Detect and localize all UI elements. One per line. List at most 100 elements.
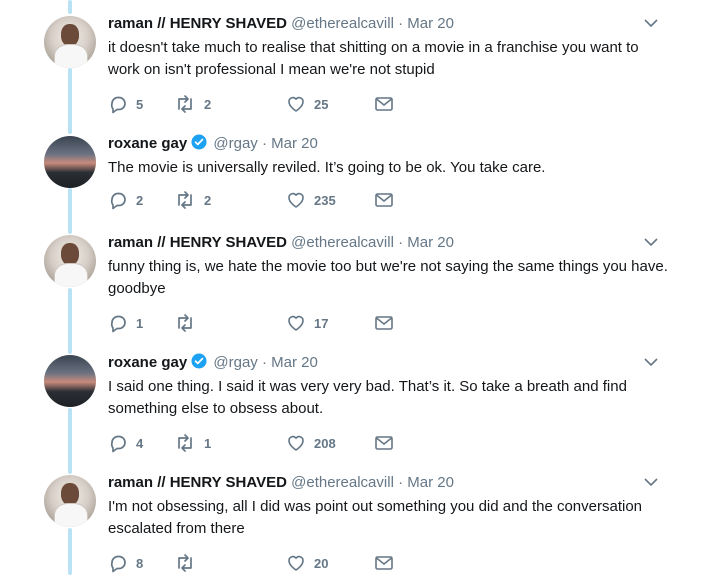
verified-badge-icon <box>191 353 207 369</box>
like-button[interactable]: 25 <box>286 94 328 114</box>
direct-message-button[interactable] <box>374 313 394 333</box>
like-button[interactable]: 17 <box>286 313 328 333</box>
tweet-text: I'm not obsessing, all I did was point o… <box>108 498 643 537</box>
envelope-icon <box>375 193 393 207</box>
tweet[interactable]: raman // HENRY SHAVED @etherealcavill · … <box>0 4 704 124</box>
heart-icon <box>288 192 304 208</box>
like-count: 17 <box>314 315 329 331</box>
tweet-header: raman // HENRY SHAVED @etherealcavill · … <box>108 473 454 493</box>
like-button[interactable]: 235 <box>286 190 336 210</box>
user-handle[interactable]: @etherealcavill <box>291 474 394 491</box>
chevron-down-icon[interactable] <box>644 237 658 247</box>
user-handle[interactable]: @etherealcavill <box>291 15 394 32</box>
heart-icon <box>288 435 304 451</box>
reply-count: 1 <box>136 315 144 331</box>
reply-button[interactable]: 1 <box>108 313 143 333</box>
separator-dot: · <box>398 234 404 251</box>
tweet-actions: 4 1 208 <box>108 433 408 453</box>
tweet-date[interactable]: Mar 20 <box>407 474 454 491</box>
like-count: 20 <box>314 555 329 571</box>
like-count: 208 <box>314 435 336 451</box>
tweet-text: funny thing is, we hate the movie too bu… <box>108 258 668 297</box>
tweet-actions: 1 17 <box>108 313 408 333</box>
retweet-count: 2 <box>204 96 212 112</box>
reply-icon <box>110 315 126 333</box>
display-name[interactable]: raman // HENRY SHAVED <box>108 15 287 32</box>
reply-count: 4 <box>136 435 144 451</box>
retweet-icon <box>178 554 192 572</box>
direct-message-button[interactable] <box>374 190 394 210</box>
display-name[interactable]: roxane gay <box>108 354 187 371</box>
reply-button[interactable]: 5 <box>108 94 143 114</box>
separator-dot: · <box>261 354 267 371</box>
avatar[interactable] <box>44 16 96 68</box>
retweet-button[interactable]: 1 <box>174 433 211 453</box>
envelope-icon <box>375 97 393 111</box>
direct-message-button[interactable] <box>374 94 394 114</box>
heart-icon <box>288 555 304 571</box>
separator-dot: · <box>398 474 404 491</box>
like-count: 235 <box>314 192 336 208</box>
reply-count: 8 <box>136 555 144 571</box>
user-handle[interactable]: @etherealcavill <box>291 234 394 251</box>
tweet-header: roxane gay @rgay · Mar 20 <box>108 134 318 154</box>
tweet-date[interactable]: Mar 20 <box>271 354 318 371</box>
display-name[interactable]: raman // HENRY SHAVED <box>108 234 287 251</box>
tweet-header: raman // HENRY SHAVED @etherealcavill · … <box>108 14 454 34</box>
avatar[interactable] <box>44 235 96 287</box>
reply-count: 2 <box>136 192 144 208</box>
heart-icon <box>288 96 304 112</box>
retweet-count: 2 <box>204 192 212 208</box>
chevron-down-icon[interactable] <box>644 477 658 487</box>
reply-count: 5 <box>136 96 144 112</box>
tweet-text: The movie is universally reviled. It’s g… <box>108 159 546 176</box>
tweet-text: it doesn't take much to realise that shi… <box>108 39 639 78</box>
separator-dot: · <box>398 15 404 32</box>
tweet[interactable]: raman // HENRY SHAVED @etherealcavill · … <box>0 223 704 343</box>
envelope-icon <box>375 556 393 570</box>
user-handle[interactable]: @rgay <box>213 354 257 371</box>
reply-button[interactable]: 8 <box>108 553 143 573</box>
like-button[interactable]: 20 <box>286 553 328 573</box>
envelope-icon <box>375 316 393 330</box>
tweet-text: I said one thing. I said it was very ver… <box>108 378 627 417</box>
reply-button[interactable]: 4 <box>108 433 143 453</box>
reply-icon <box>110 96 126 114</box>
avatar[interactable] <box>44 475 96 527</box>
display-name[interactable]: roxane gay <box>108 135 187 152</box>
direct-message-button[interactable] <box>374 433 394 453</box>
tweet-date[interactable]: Mar 20 <box>271 135 318 152</box>
chevron-down-icon[interactable] <box>644 357 658 367</box>
tweet[interactable]: raman // HENRY SHAVED @etherealcavill · … <box>0 463 704 583</box>
retweet-icon <box>178 191 192 209</box>
user-handle[interactable]: @rgay <box>213 135 257 152</box>
direct-message-button[interactable] <box>374 553 394 573</box>
avatar[interactable] <box>44 136 96 188</box>
like-button[interactable]: 208 <box>286 433 336 453</box>
retweet-icon <box>178 95 192 113</box>
chevron-down-icon[interactable] <box>644 18 658 28</box>
tweet-actions: 8 20 <box>108 553 408 573</box>
heart-icon <box>288 315 304 331</box>
reply-icon <box>110 555 126 573</box>
tweet-header: roxane gay @rgay · Mar 20 <box>108 353 318 373</box>
retweet-icon <box>178 434 192 452</box>
envelope-icon <box>375 436 393 450</box>
retweet-icon <box>178 314 192 332</box>
display-name[interactable]: raman // HENRY SHAVED <box>108 474 287 491</box>
tweet[interactable]: roxane gay @rgay · Mar 20 I said one thi… <box>0 343 704 463</box>
tweet-header: raman // HENRY SHAVED @etherealcavill · … <box>108 233 454 253</box>
verified-badge-icon <box>191 134 207 150</box>
retweet-button[interactable]: 2 <box>174 94 211 114</box>
retweet-button[interactable]: 2 <box>174 190 211 210</box>
retweet-button[interactable] <box>174 313 204 333</box>
retweet-button[interactable] <box>174 553 204 573</box>
reply-icon <box>110 192 126 210</box>
tweet-date[interactable]: Mar 20 <box>407 234 454 251</box>
tweet-actions: 5 2 25 <box>108 94 408 114</box>
tweet-actions: 2 2 235 <box>108 190 408 210</box>
tweet-date[interactable]: Mar 20 <box>407 15 454 32</box>
avatar[interactable] <box>44 355 96 407</box>
separator-dot: · <box>261 135 267 152</box>
reply-button[interactable]: 2 <box>108 190 143 210</box>
